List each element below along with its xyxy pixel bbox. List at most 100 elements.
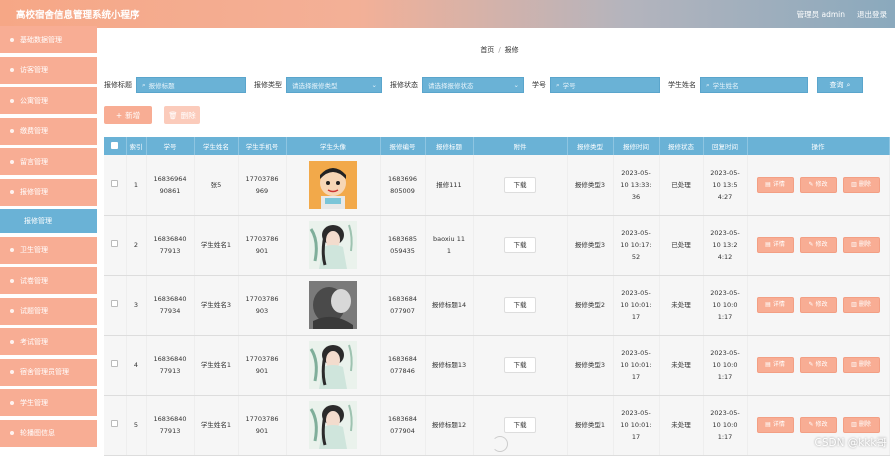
download-button[interactable]: 下载 — [504, 297, 536, 313]
row-checkbox[interactable] — [111, 240, 119, 247]
sidebar-item-label: 报修管理 — [24, 217, 52, 225]
row-delete-button[interactable]: ▥ 删除 — [842, 297, 880, 313]
type-filter-label: 报修类型 — [254, 81, 282, 89]
edit-button[interactable]: ✎ 修改 — [799, 357, 837, 373]
sidebar-item[interactable]: 学生管理 — [0, 389, 97, 416]
cell-text: 未处理 — [671, 301, 691, 309]
table-cell: 1 — [126, 155, 147, 216]
cell-text: 已处理 — [671, 180, 691, 189]
cell-text: 3 — [133, 301, 139, 309]
row-delete-button[interactable]: ▥ 删除 — [842, 417, 880, 433]
cell-text: 16836850​59435 — [388, 235, 417, 255]
edit-button[interactable]: ✎ 修改 — [799, 417, 837, 433]
detail-button[interactable]: ▤ 详情 — [756, 297, 794, 313]
cell-text: 17703786901 — [245, 415, 279, 435]
row-checkbox[interactable] — [111, 300, 119, 307]
title-filter-input[interactable]: ⌕ 报修标题 — [136, 77, 246, 93]
detail-button-label: 详情 — [772, 241, 785, 248]
student-no-filter-input[interactable]: ⌕ 学号 — [550, 77, 660, 93]
sidebar-item[interactable]: 访客管理 — [0, 56, 97, 84]
query-button[interactable]: 查询 ⌕ — [817, 77, 863, 93]
sidebar-item-label: 报修管理 — [20, 188, 48, 196]
type-filter-select[interactable]: 请选择报修类型 ⌄ — [286, 77, 382, 93]
delete-button-label: 删除 — [858, 301, 871, 308]
table-cell: ▤ 详情 ✎ 修改 ▥ 删除 — [747, 275, 890, 336]
cell-text: 报修类型3 — [574, 241, 606, 249]
row-delete-button[interactable]: ▥ 删除 — [842, 357, 880, 373]
repair-table: 索引 学号 学生姓名 学生手机号 学生头像 报修编号 报修标题 附件 报修类型 报修时间 报修状态回… — [104, 137, 890, 456]
column-header: 回复时间 — [703, 137, 748, 155]
row-checkbox[interactable] — [111, 420, 119, 427]
table-cell: 16836964​90861 — [146, 155, 195, 216]
sidebar-item[interactable]: 留言管理 — [0, 148, 97, 175]
logout-link[interactable]: 退出登录 — [857, 9, 887, 20]
breadcrumb-home[interactable]: 首页 — [480, 46, 494, 54]
table-cell: 报修标题14 — [425, 275, 474, 336]
select-all-checkbox[interactable] — [111, 141, 119, 149]
edit-button[interactable]: ✎ 修改 — [799, 237, 837, 253]
student-avatar — [309, 341, 357, 389]
row-checkbox[interactable] — [111, 179, 119, 187]
student-avatar — [309, 160, 357, 209]
sidebar-item-label: 宿舍管理员管理 — [20, 368, 69, 376]
table-cell: 2023-05-10 13:33:36 — [613, 155, 660, 216]
download-button[interactable]: 下载 — [504, 176, 536, 193]
bullet-icon — [10, 400, 14, 405]
trash-icon: ▥ — [851, 241, 857, 248]
edit-button[interactable]: ✎ 修改 — [799, 297, 837, 313]
cell-text: 学生姓名3 — [200, 301, 232, 309]
table-cell — [286, 275, 381, 336]
table-cell: 17703786901 — [238, 335, 287, 396]
sidebar-item[interactable]: 报修管理 — [0, 178, 97, 206]
table-cell: 未处理 — [659, 395, 704, 456]
detail-button[interactable]: ▤ 详情 — [756, 357, 794, 373]
sidebar-subitem[interactable]: 报修管理 — [0, 209, 97, 233]
delete-button-label: 删除 — [858, 180, 871, 188]
student-avatar — [309, 221, 357, 269]
student-name-filter-input[interactable]: ⌕ 学生姓名 — [700, 77, 808, 93]
detail-button[interactable]: ▤ 详情 — [756, 176, 794, 193]
loading-spinner — [492, 436, 508, 452]
row-delete-button[interactable]: ▥ 删除 — [842, 176, 880, 193]
sidebar-item[interactable]: 轮播图信息 — [0, 419, 97, 447]
table-cell — [104, 275, 127, 336]
sidebar-item[interactable]: 宿舍管理员管理 — [0, 358, 97, 386]
download-button[interactable]: 下载 — [504, 417, 536, 433]
add-button[interactable]: + 新增 — [104, 106, 152, 124]
breadcrumb-current: 报修 — [504, 46, 519, 54]
watermark: CSDN @kkk哥 — [814, 437, 887, 449]
table-cell: 2023-05-10 10:01:17 — [703, 395, 748, 456]
download-button[interactable]: 下载 — [504, 237, 536, 253]
detail-button[interactable]: ▤ 详情 — [756, 237, 794, 253]
sidebar-item[interactable]: 公寓管理 — [0, 87, 97, 114]
pencil-icon: ✎ — [808, 361, 814, 368]
sidebar-item[interactable]: 试卷管理 — [0, 267, 97, 294]
sidebar-item[interactable]: 缴费管理 — [0, 117, 97, 145]
detail-button[interactable]: ▤ 详情 — [756, 417, 794, 433]
student-no-filter-label: 学号 — [532, 81, 546, 89]
edit-button[interactable]: ✎ 修改 — [799, 176, 837, 193]
chevron-down-icon: ⌄ — [513, 81, 519, 89]
table-cell — [286, 155, 381, 216]
table-cell: 2023-05-10 10:01:17 — [613, 275, 660, 336]
sidebar-item[interactable]: 试题管理 — [0, 297, 97, 325]
cell-text: 17703786969 — [245, 174, 279, 195]
table-cell: 报修标题13 — [425, 335, 474, 396]
table-cell: 16836840​77904 — [380, 395, 426, 456]
table-cell: 学生姓名1 — [194, 215, 239, 276]
column-header[interactable] — [104, 137, 127, 155]
sidebar-item[interactable]: 卫生管理 — [0, 236, 97, 264]
download-button[interactable]: 下载 — [504, 357, 536, 373]
sidebar-item[interactable]: 基础数据管理 — [0, 26, 97, 53]
cell-text: 学生姓名1 — [200, 421, 232, 429]
detail-icon: ▤ — [765, 180, 771, 188]
cell-text: 2023-05-10 10:01:17 — [620, 349, 652, 381]
delete-selected-button[interactable]: 🗑 删除 — [164, 106, 200, 124]
search-icon: ⌕ — [706, 80, 710, 89]
trash-icon: 🗑 — [168, 110, 178, 120]
row-delete-button[interactable]: ▥ 删除 — [842, 237, 880, 253]
status-filter-select[interactable]: 请选择报修状态 ⌄ — [422, 77, 524, 93]
row-checkbox[interactable] — [111, 360, 119, 367]
sidebar-item[interactable]: 考试管理 — [0, 328, 97, 355]
search-icon: ⌕ — [846, 80, 851, 89]
